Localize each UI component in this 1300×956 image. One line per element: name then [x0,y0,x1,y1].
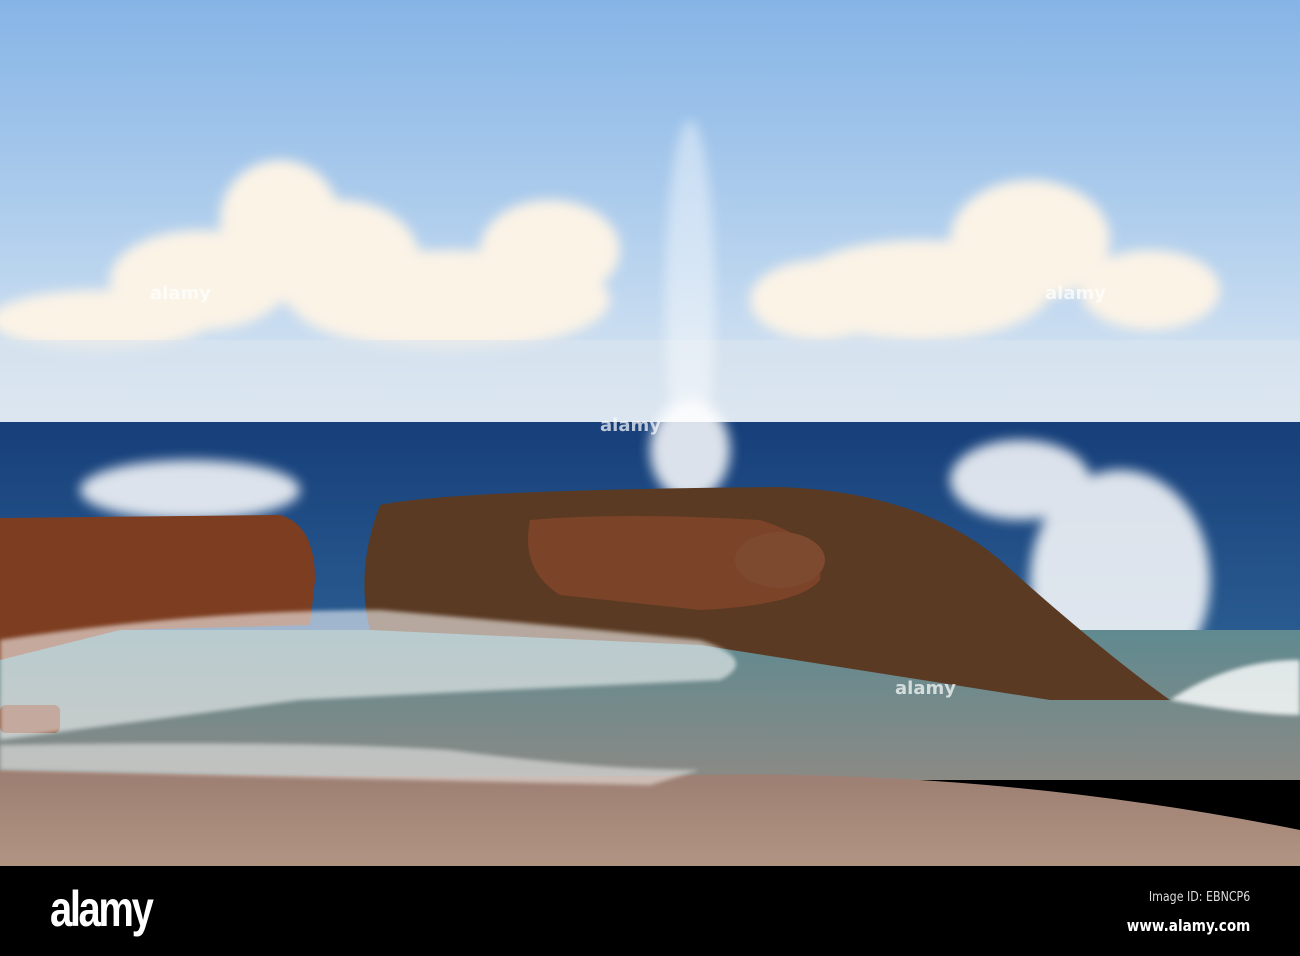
image-id: Image ID: EBNCP6 [1148,890,1250,905]
alamy-logo: alamy [50,881,154,937]
watermark-overlay: alamy [150,283,211,304]
watermark-overlay: alamy [600,415,661,436]
beach-photo: alamy alamy alamy alamy [0,0,1300,866]
watermark-overlay: alamy [895,678,956,699]
watermark-overlay: alamy [1045,283,1106,304]
haze [0,340,1300,422]
watermark-bar: alamy Image ID: EBNCP6 www.alamy.com [0,866,1300,956]
website-link: www.alamy.com [1126,916,1250,935]
